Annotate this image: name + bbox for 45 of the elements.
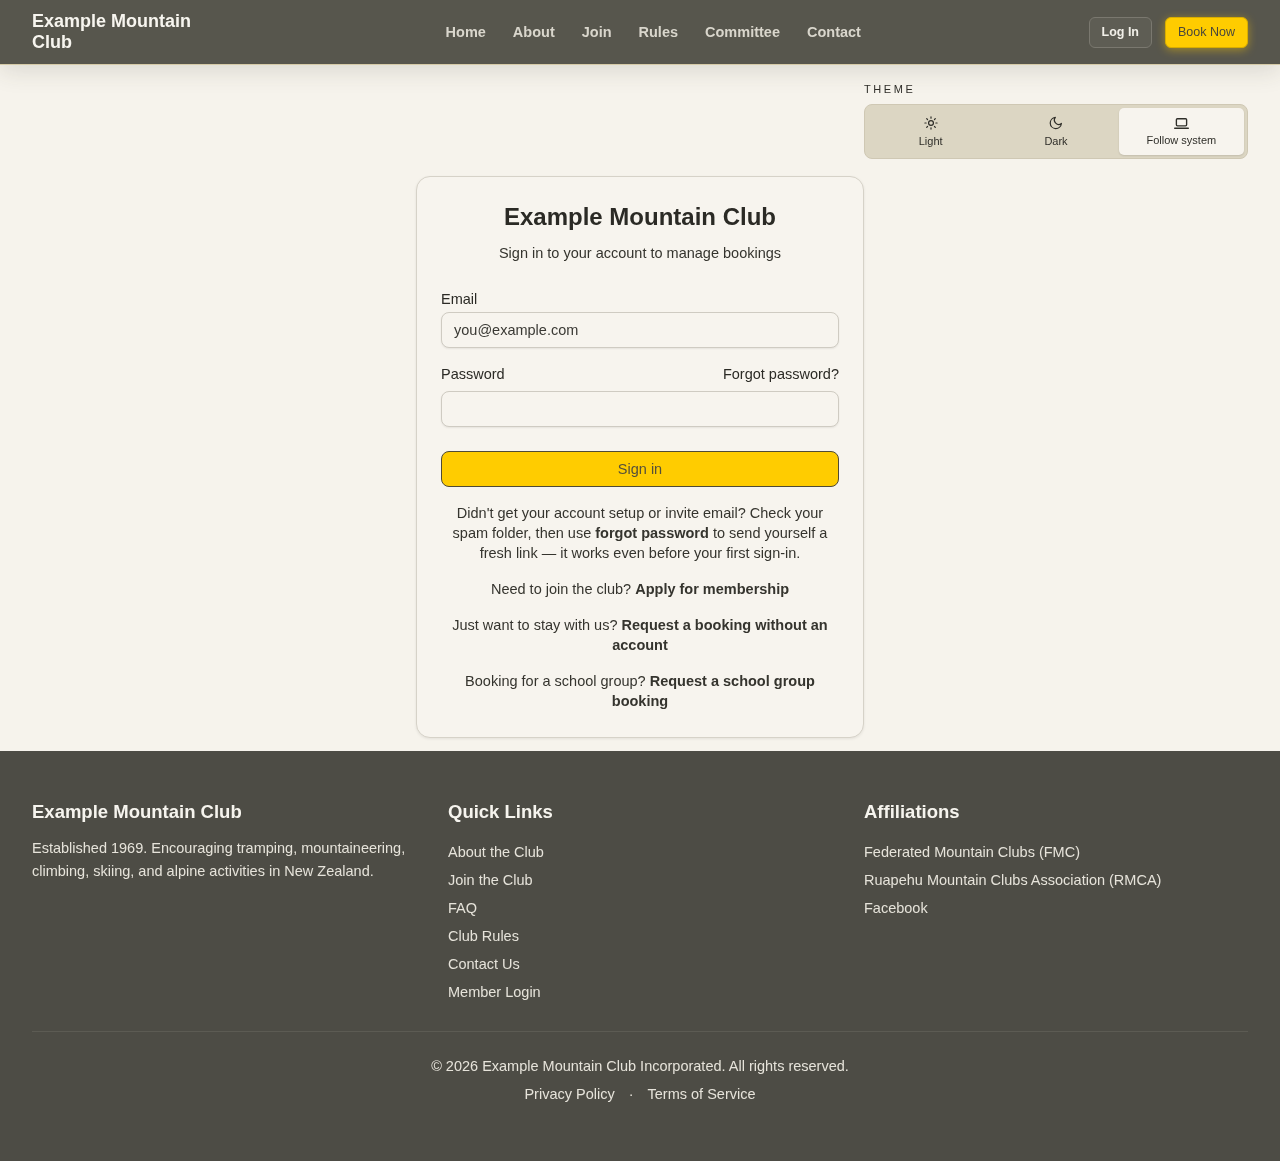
footer-title: Example Mountain Club bbox=[32, 801, 243, 823]
footer-link[interactable]: Member Login bbox=[448, 978, 541, 1006]
theme-label: THEME bbox=[864, 83, 916, 95]
footer-link[interactable]: Club Rules bbox=[448, 922, 519, 950]
book-now-button[interactable]: Book Now bbox=[1165, 16, 1248, 48]
card-title: Example Mountain Club bbox=[503, 202, 777, 232]
help-text: Didn't get your account setup or invite email? Check your spam folder, then use forgot password to send yourself a fresh link — it works even before your first sign-in. bbox=[451, 504, 829, 563]
legal-link[interactable]: Terms of Service bbox=[647, 1084, 756, 1104]
laptop-icon bbox=[1173, 117, 1189, 129]
theme-option[interactable]: Follow system bbox=[1118, 108, 1244, 155]
nav-link[interactable]: Home bbox=[445, 24, 486, 40]
copyright-text: © 2026 Example Mountain Club Incorporated. All rights reserved. bbox=[431, 1057, 849, 1076]
password-field[interactable] bbox=[441, 391, 839, 427]
footer-link[interactable]: Federated Mountain Clubs (FMC) bbox=[864, 838, 1080, 866]
help-text: Booking for a school group? Request a school group booking bbox=[464, 672, 816, 711]
email-label: Email bbox=[441, 290, 478, 308]
sign-in-button[interactable]: Sign in bbox=[441, 451, 839, 487]
theme-option[interactable]: Light bbox=[868, 108, 994, 155]
footer-link[interactable]: Ruapehu Mountain Clubs Association (RMCA) bbox=[864, 866, 1162, 894]
help-text: Just want to stay with us? Request a booking without an account bbox=[451, 616, 829, 655]
nav-link[interactable]: About bbox=[512, 24, 555, 40]
footer-link[interactable]: FAQ bbox=[448, 894, 477, 922]
footer-link[interactable]: Facebook bbox=[864, 894, 928, 922]
separator-dot: · bbox=[628, 1085, 634, 1104]
footer-link[interactable]: Contact Us bbox=[448, 950, 520, 978]
footer-heading: Affiliations bbox=[864, 801, 961, 823]
nav-link[interactable]: Contact bbox=[806, 24, 861, 40]
sun-icon bbox=[923, 116, 938, 130]
password-label: Password bbox=[441, 365, 505, 383]
site-title[interactable]: Example Mountain Club bbox=[32, 11, 204, 53]
email-field[interactable]: you@example.com bbox=[441, 312, 839, 348]
nav-link[interactable]: Rules bbox=[638, 24, 679, 40]
footer-description: Established 1969. Encouraging tramping, mountaineering, climbing, skiing, and alpine activities in New Zealand. bbox=[32, 839, 407, 881]
card-subtitle: Sign in to your account to manage bookings bbox=[497, 244, 783, 263]
help-text: Need to join the club? Apply for membership bbox=[489, 580, 791, 599]
moon-icon bbox=[1049, 116, 1063, 130]
log-in-button[interactable]: Log In bbox=[1088, 16, 1152, 48]
nav-link[interactable]: Committee bbox=[705, 24, 780, 40]
footer-heading: Quick Links bbox=[448, 801, 554, 823]
nav-link[interactable]: Join bbox=[581, 24, 612, 40]
forgot-password-link[interactable]: Forgot password? bbox=[722, 365, 839, 383]
footer-link[interactable]: Join the Club bbox=[448, 866, 533, 894]
legal-link[interactable]: Privacy Policy bbox=[524, 1084, 615, 1104]
footer-link[interactable]: About the Club bbox=[448, 838, 544, 866]
theme-option[interactable]: Dark bbox=[993, 108, 1119, 155]
